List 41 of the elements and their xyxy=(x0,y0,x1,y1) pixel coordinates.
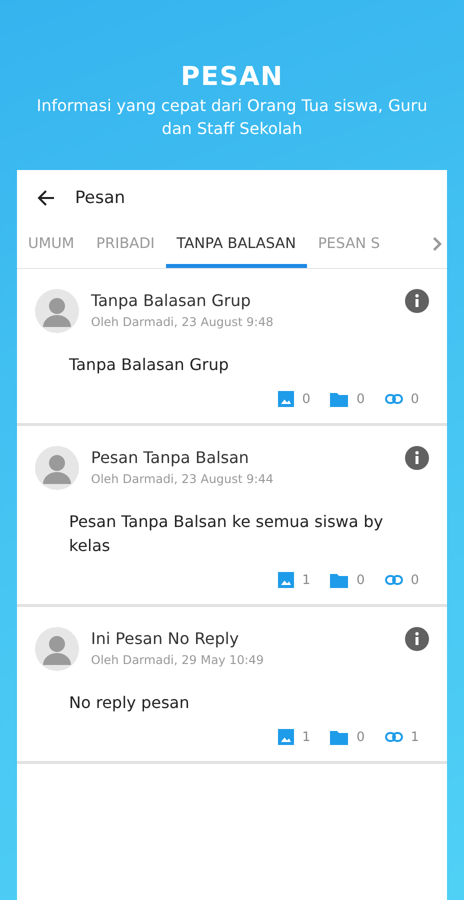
message-card[interactable]: Pesan Tanpa Balsan Oleh Darmadi, 23 August 9:44 Pesan Tanpa Balsan ke semua siswa by kelas 1 0 0 xyxy=(17,426,447,607)
link-icon xyxy=(384,575,403,585)
message-title: Tanpa Balasan Grup xyxy=(91,291,252,310)
info-icon[interactable] xyxy=(405,627,429,651)
message-title: Ini Pesan No Reply xyxy=(91,629,240,648)
folder-icon xyxy=(330,730,348,744)
tab[interactable]: TANPA BALASAN xyxy=(166,222,307,268)
file-count: 0 xyxy=(356,730,365,744)
message-title: Pesan Tanpa Balsan xyxy=(91,448,250,467)
message-meta: Oleh Darmadi, 29 May 10:49 xyxy=(91,653,265,667)
file-count: 0 xyxy=(356,572,365,588)
image-count: 1 xyxy=(302,730,310,744)
link-count: 0 xyxy=(410,572,419,588)
info-icon[interactable] xyxy=(405,289,429,313)
avatar xyxy=(35,289,79,333)
link-count: 0 xyxy=(410,392,419,406)
message-meta: Oleh Darmadi, 23 August 9:44 xyxy=(91,472,274,486)
folder-icon xyxy=(330,392,348,406)
message-meta: Oleh Darmadi, 23 August 9:48 xyxy=(91,315,274,329)
image-count: 0 xyxy=(302,392,310,406)
image-icon xyxy=(278,572,294,588)
card-title: Pesan xyxy=(75,188,126,208)
folder-icon xyxy=(330,572,348,588)
image-icon xyxy=(278,729,294,745)
link-count: 1 xyxy=(410,730,419,744)
message-body: Tanpa Balasan Grup xyxy=(69,354,230,376)
avatar xyxy=(35,627,79,671)
page-title: PESAN xyxy=(180,62,284,92)
info-icon[interactable] xyxy=(405,446,429,470)
back-button[interactable] xyxy=(37,189,55,207)
image-icon xyxy=(278,391,294,407)
message-body: Pesan Tanpa Balsan ke semua siswa by kelas xyxy=(69,511,384,557)
page-subtitle: Informasi yang cepat dari Orang Tua siswa, Guru dan Staff Sekolah xyxy=(36,95,428,140)
message-card[interactable]: Ini Pesan No Reply Oleh Darmadi, 29 May 10:49 No reply pesan 1 0 1 xyxy=(17,607,447,764)
avatar xyxy=(35,446,79,490)
image-count: 1 xyxy=(302,572,310,588)
message-body: No reply pesan xyxy=(69,692,190,714)
link-icon xyxy=(384,732,403,742)
link-icon xyxy=(384,394,403,404)
message-card[interactable]: Tanpa Balasan Grup Oleh Darmadi, 23 August 9:48 Tanpa Balasan Grup 0 0 0 xyxy=(17,269,447,426)
file-count: 0 xyxy=(356,392,365,406)
